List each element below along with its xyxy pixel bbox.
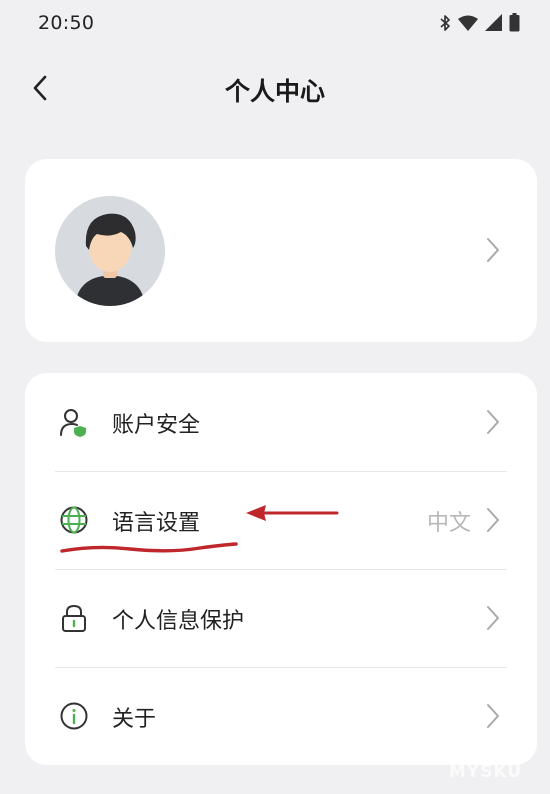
avatar-icon bbox=[55, 196, 165, 306]
profile-card[interactable] bbox=[25, 159, 537, 342]
menu-item-about[interactable]: 关于 bbox=[25, 667, 537, 765]
chevron-right-icon bbox=[487, 704, 499, 728]
page-title: 个人中心 bbox=[224, 77, 325, 106]
menu-item-label: 账户安全 bbox=[112, 413, 201, 438]
bluetooth-icon bbox=[440, 14, 450, 31]
settings-menu: 账户安全 语言设置 中文 个人信息保护 关于 bbox=[25, 373, 537, 765]
menu-item-label: 个人信息保护 bbox=[112, 609, 245, 634]
cell-signal-icon bbox=[485, 14, 502, 31]
watermark: MYSKU bbox=[448, 762, 522, 782]
wifi-icon bbox=[458, 15, 478, 31]
chevron-right-icon bbox=[487, 238, 499, 262]
lock-icon bbox=[62, 604, 86, 632]
status-time: 20:50 bbox=[38, 12, 95, 34]
app-header: 个人中心 bbox=[0, 60, 550, 116]
avatar[interactable] bbox=[55, 196, 165, 306]
menu-item-label: 语言设置 bbox=[112, 511, 201, 536]
status-icons bbox=[439, 13, 520, 32]
account-security-icon bbox=[60, 409, 86, 437]
menu-item-account-security[interactable]: 账户安全 bbox=[25, 373, 537, 471]
menu-item-label: 关于 bbox=[112, 707, 157, 732]
chevron-right-icon bbox=[487, 508, 499, 532]
chevron-right-icon bbox=[487, 606, 499, 630]
info-icon bbox=[60, 702, 88, 730]
menu-item-language-settings[interactable]: 语言设置 中文 bbox=[25, 471, 537, 569]
battery-icon bbox=[509, 13, 520, 32]
menu-item-privacy-protection[interactable]: 个人信息保护 bbox=[25, 569, 537, 667]
language-value: 中文 bbox=[426, 511, 471, 536]
status-bar: 20:50 bbox=[0, 0, 550, 48]
chevron-right-icon bbox=[487, 410, 499, 434]
globe-icon bbox=[60, 506, 88, 534]
